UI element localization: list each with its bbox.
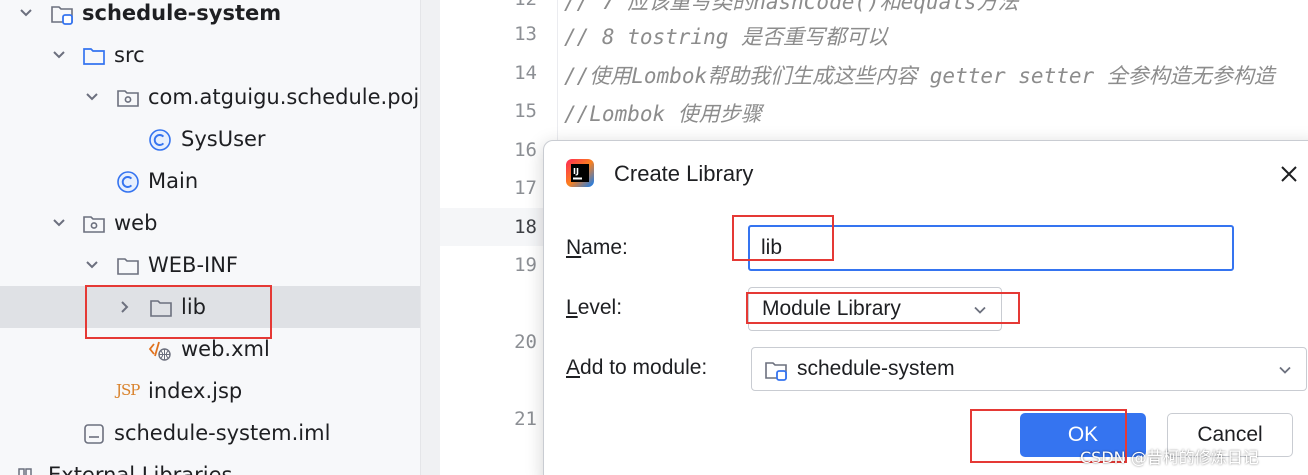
tree-item-sysuser[interactable]: SysUser xyxy=(0,118,420,160)
module-folder-icon xyxy=(765,362,787,381)
code-line[interactable]: //使用Lombok帮助我们生成这些内容 getter setter 全参构造无… xyxy=(564,60,1275,90)
tree-item-label: index.jsp xyxy=(148,379,243,403)
libraries-icon xyxy=(18,468,32,475)
module-label: Add to module: xyxy=(566,356,707,380)
line-number: 16 xyxy=(514,139,537,161)
tree-item-index-jsp[interactable]: JSP index.jsp xyxy=(0,370,420,412)
jsp-file-icon: JSP xyxy=(116,381,140,399)
code-line[interactable]: //Lombok 使用步骤 xyxy=(564,98,762,128)
project-tree: schedule-system src com.atguigu.schedule… xyxy=(0,0,420,475)
module-folder-icon xyxy=(51,6,73,25)
code-line[interactable]: // 8 tostring 是否重写都可以 xyxy=(564,21,888,51)
line-number: 19 xyxy=(514,254,537,276)
line-number: 17 xyxy=(514,177,537,199)
chevron-down-icon[interactable] xyxy=(82,255,102,275)
code-line[interactable]: // 7 应该重写类的hashCode()和equals方法 xyxy=(564,0,1019,16)
annotation-box-lib-folder xyxy=(85,285,272,339)
close-icon[interactable] xyxy=(1276,161,1302,187)
tree-item-schedule-system[interactable]: schedule-system xyxy=(0,0,420,34)
folder-icon xyxy=(117,258,139,275)
class-icon xyxy=(149,129,171,151)
tree-item-label: com.atguigu.schedule.pojo xyxy=(148,85,420,109)
level-label-mnemonic: L xyxy=(566,296,578,319)
annotation-box-name xyxy=(732,215,834,261)
line-number: 20 xyxy=(514,331,537,353)
chevron-down-icon[interactable] xyxy=(82,87,102,107)
chevron-down-icon[interactable] xyxy=(49,45,69,65)
line-number-current: 18 xyxy=(514,216,537,238)
tree-item-label: External Libraries xyxy=(48,463,233,475)
module-select-value: schedule-system xyxy=(797,357,955,380)
name-label-mnemonic: N xyxy=(566,236,582,259)
name-label-text: ame: xyxy=(581,236,628,259)
intellij-logo-text: IJ xyxy=(573,167,579,176)
annotation-box-level xyxy=(746,292,1020,324)
tree-item-label: SysUser xyxy=(181,127,266,151)
intellij-logo-icon: IJ xyxy=(566,159,594,187)
tree-item-label: schedule-system.iml xyxy=(114,421,331,445)
tree-item-src[interactable]: src xyxy=(0,34,420,76)
watermark: CSDN @昔柯的修炼日记 xyxy=(1080,448,1259,467)
tree-item-external-libraries[interactable]: External Libraries xyxy=(0,454,420,475)
tree-item-web-inf[interactable]: WEB-INF xyxy=(0,244,420,286)
line-number: 15 xyxy=(514,100,537,122)
chevron-down-icon[interactable] xyxy=(1276,361,1294,379)
tree-item-main[interactable]: Main xyxy=(0,160,420,202)
line-number: 14 xyxy=(514,62,537,84)
level-label-text: evel: xyxy=(577,296,623,319)
web-folder-icon xyxy=(83,216,105,233)
iml-file-icon xyxy=(84,424,104,444)
package-icon xyxy=(117,90,139,107)
line-number: 21 xyxy=(514,408,537,430)
dialog-title: Create Library xyxy=(614,161,754,186)
line-number-gutter: 12 13 14 15 16 17 18 19 20 21 xyxy=(440,0,558,475)
tree-item-label: web.xml xyxy=(181,337,270,361)
module-select[interactable]: schedule-system xyxy=(751,347,1307,391)
level-label: Level: xyxy=(566,296,622,320)
chevron-down-icon[interactable] xyxy=(16,3,36,23)
tree-item-label: src xyxy=(114,43,145,67)
tree-item-label: web xyxy=(114,211,158,235)
current-line-highlight xyxy=(440,208,558,246)
tree-item-label: schedule-system xyxy=(82,1,282,25)
tree-item-iml[interactable]: schedule-system.iml xyxy=(0,412,420,454)
tree-item-label: Main xyxy=(148,169,199,193)
tree-item-package[interactable]: com.atguigu.schedule.pojo xyxy=(0,76,420,118)
name-label: Name: xyxy=(566,236,628,260)
tree-scrollbar[interactable] xyxy=(420,0,440,475)
chevron-down-icon[interactable] xyxy=(49,213,69,233)
line-number: 13 xyxy=(514,23,537,45)
module-label-text: dd to module: xyxy=(580,356,708,379)
tree-item-label: WEB-INF xyxy=(148,253,238,277)
module-label-mnemonic: A xyxy=(566,356,581,379)
tree-item-web[interactable]: web xyxy=(0,202,420,244)
class-icon xyxy=(117,171,139,193)
source-folder-icon xyxy=(83,48,105,65)
line-number: 12 xyxy=(514,0,537,10)
xml-file-icon xyxy=(148,341,171,361)
